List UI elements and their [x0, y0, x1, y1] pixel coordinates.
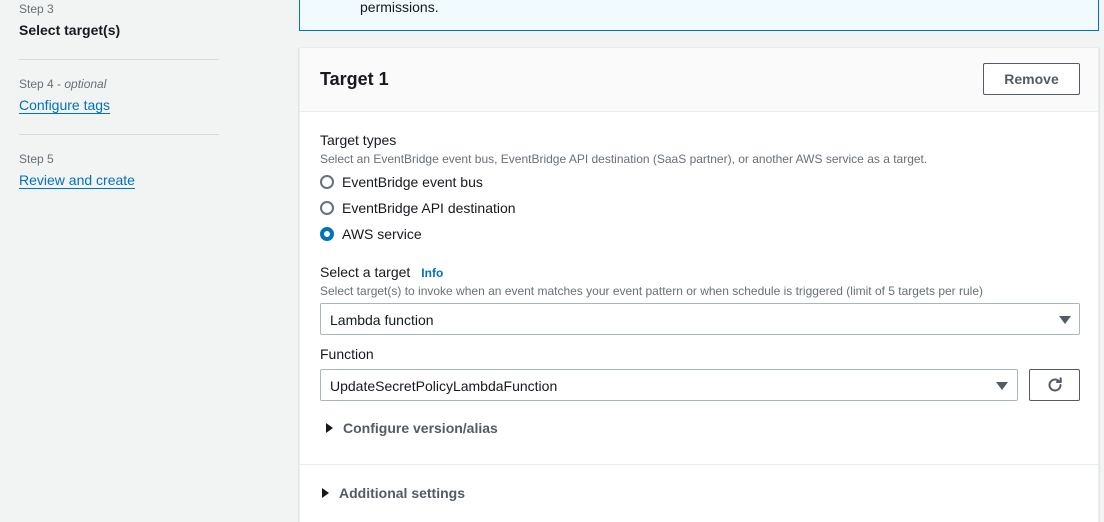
step-3: Step 3 Select target(s) — [19, 2, 219, 38]
caret-right-icon — [322, 488, 329, 498]
target-select-dropdown[interactable]: Lambda function — [320, 303, 1080, 335]
step-title-current: Select target(s) — [19, 22, 121, 38]
refresh-icon — [1048, 377, 1062, 392]
wizard-steps-nav: Step 3 Select target(s) Step 4 - optiona… — [0, 0, 280, 522]
select-value: Lambda function — [330, 312, 434, 328]
step-5: Step 5 Review and create — [19, 152, 219, 190]
step-link-configure-tags[interactable]: Configure tags — [19, 97, 110, 113]
configure-version-expander[interactable]: Configure version/alias — [326, 420, 498, 436]
radio-circle[interactable] — [320, 201, 334, 215]
target-types-label: Target types — [320, 132, 397, 148]
radio-circle[interactable] — [320, 175, 334, 189]
radio-eventbridge-api-destination[interactable]: EventBridge API destination — [320, 198, 516, 218]
info-link[interactable]: Info — [421, 266, 443, 280]
caret-down-icon — [1059, 316, 1071, 324]
info-alert: permissions. — [299, 0, 1099, 31]
radio-label: EventBridge API destination — [342, 200, 516, 216]
radio-label: AWS service — [342, 226, 422, 242]
step-label: Step 4 - optional — [19, 77, 107, 91]
step-divider — [19, 59, 219, 60]
additional-settings-expander[interactable]: Additional settings — [322, 485, 465, 501]
radio-eventbridge-event-bus[interactable]: EventBridge event bus — [320, 172, 483, 192]
caret-down-icon — [996, 382, 1008, 390]
function-label: Function — [320, 346, 374, 362]
target-panel: Target 1 Remove Target types Select an E… — [299, 47, 1099, 522]
step-4: Step 4 - optional Configure tags — [19, 77, 219, 115]
radio-circle-checked[interactable] — [320, 227, 334, 241]
step-label: Step 3 — [19, 2, 54, 16]
function-select-dropdown[interactable]: UpdateSecretPolicyLambdaFunction — [320, 369, 1018, 401]
step-link-review-and-create[interactable]: Review and create — [19, 172, 135, 188]
radio-label: EventBridge event bus — [342, 174, 483, 190]
expander-label: Additional settings — [339, 485, 465, 501]
panel-header: Target 1 Remove — [300, 48, 1098, 112]
remove-button[interactable]: Remove — [983, 63, 1080, 95]
select-value: UpdateSecretPolicyLambdaFunction — [330, 378, 558, 394]
divider — [300, 464, 1098, 465]
optional-tag: optional — [64, 77, 107, 91]
step-label: Step 5 — [19, 152, 54, 166]
panel-title: Target 1 — [320, 69, 389, 89]
refresh-button[interactable] — [1029, 369, 1080, 401]
step-divider — [19, 134, 219, 135]
select-target-description: Select target(s) to invoke when an event… — [320, 284, 983, 298]
info-alert-text: permissions. — [360, 0, 439, 15]
select-target-label: Select a target Info — [320, 264, 444, 280]
caret-right-icon — [326, 423, 333, 433]
radio-aws-service[interactable]: AWS service — [320, 224, 422, 244]
expander-label: Configure version/alias — [343, 420, 498, 436]
target-types-description: Select an EventBridge event bus, EventBr… — [320, 152, 928, 166]
